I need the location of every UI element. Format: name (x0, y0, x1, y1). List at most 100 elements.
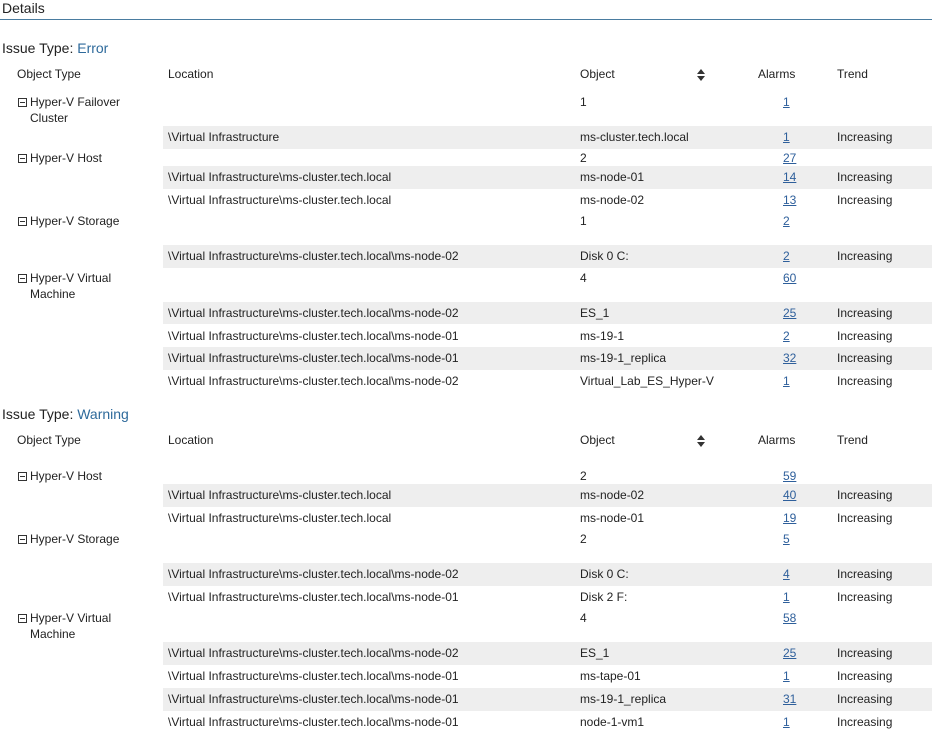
table-row[interactable]: \Virtual Infrastructure\ms-cluster.tech.… (163, 484, 932, 507)
row-trend: Increasing (837, 669, 893, 683)
issue-type-heading: Issue Type: Error (2, 40, 108, 56)
row-object: Disk 0 C: (580, 249, 629, 264)
row-object: Virtual_Lab_ES_Hyper-V (580, 374, 714, 389)
group-object-count: 2 (580, 469, 587, 483)
sort-icon[interactable] (697, 434, 705, 447)
issue-type-value: Error (77, 40, 109, 56)
table-row[interactable]: \Virtual Infrastructure\ms-cluster.tech.… (163, 189, 932, 212)
sort-icon[interactable] (697, 68, 705, 81)
row-object: ms-cluster.tech.local (580, 130, 689, 144)
row-alarms-link[interactable]: 13 (783, 193, 796, 207)
col-header-alarms[interactable]: Alarms (758, 67, 795, 81)
group-object-type: Hyper-V Storage (30, 532, 120, 547)
col-header-object[interactable]: Object (580, 67, 615, 81)
row-object: ms-tape-01 (580, 669, 641, 683)
row-trend: Increasing (837, 193, 893, 208)
row-trend: Increasing (837, 351, 893, 366)
row-alarms-link[interactable]: 40 (783, 488, 796, 502)
row-object: Disk 2 F: (580, 589, 628, 604)
group-object-count: 1 (580, 95, 587, 109)
row-object: ms-node-01 (580, 170, 645, 185)
table-row[interactable]: \Virtual Infrastructure\ms-cluster.tech.… (163, 665, 932, 688)
table-row[interactable]: \Virtual Infrastructure\ms-cluster.tech.… (163, 325, 932, 348)
col-header-object-type[interactable]: Object Type (17, 67, 81, 81)
row-trend: Increasing (837, 567, 893, 582)
row-trend: Increasing (837, 328, 893, 343)
row-alarms-link[interactable]: 1 (783, 669, 790, 683)
row-object: ES_1 (580, 646, 610, 661)
group-alarms-link[interactable]: 27 (783, 151, 796, 165)
row-location: \Virtual Infrastructure\ms-cluster.tech.… (168, 249, 459, 264)
row-alarms-link[interactable]: 1 (783, 374, 790, 388)
table-row[interactable]: \Virtual Infrastructure\ms-cluster.tech.… (163, 642, 932, 665)
collapse-toggle-icon[interactable] (18, 217, 27, 227)
group-object-count: 1 (580, 214, 587, 229)
row-location: \Virtual Infrastructure\ms-cluster.tech.… (168, 646, 459, 661)
row-location: \Virtual Infrastructure\ms-cluster.tech.… (168, 669, 459, 683)
row-object: ms-19-1_replica (580, 691, 667, 706)
row-trend: Increasing (837, 589, 893, 604)
group-alarms-link[interactable]: 5 (783, 532, 790, 546)
table-row[interactable]: \Virtual Infrastructure\ms-cluster.tech.… (163, 687, 932, 711)
row-alarms-link[interactable]: 2 (783, 249, 790, 263)
table-row[interactable]: \Virtual Infrastructure\ms-cluster.tech.… (163, 347, 932, 371)
row-trend: Increasing (837, 130, 893, 144)
table-row[interactable]: \Virtual Infrastructure\ms-cluster.tech.… (163, 166, 932, 190)
group-object-type: Hyper-V Virtual Machine (30, 270, 112, 301)
collapse-toggle-icon[interactable] (18, 535, 27, 545)
row-alarms-link[interactable]: 32 (783, 351, 796, 365)
collapse-toggle-icon[interactable] (18, 154, 27, 164)
row-location: \Virtual Infrastructure\ms-cluster.tech.… (168, 567, 459, 582)
table-row[interactable]: \Virtual Infrastructure ms-cluster.tech.l… (163, 126, 932, 149)
row-object: node-1-vm1 (580, 714, 645, 729)
row-location: \Virtual Infrastructure\ms-cluster.tech.… (168, 351, 459, 366)
col-header-location[interactable]: Location (168, 433, 213, 447)
col-header-object-type[interactable]: Object Type (17, 433, 81, 447)
col-header-object[interactable]: Object (580, 433, 615, 447)
group-alarms-link[interactable]: 58 (783, 611, 796, 625)
issue-type-heading: Issue Type: Warning (2, 406, 129, 422)
row-alarms-link[interactable]: 1 (783, 130, 790, 144)
row-alarms-link[interactable]: 31 (783, 692, 796, 706)
row-alarms-link[interactable]: 19 (783, 511, 796, 525)
collapse-toggle-icon[interactable] (18, 614, 27, 624)
row-alarms-link[interactable]: 1 (783, 715, 790, 729)
table-row[interactable]: \Virtual Infrastructure\ms-cluster.tech.… (163, 586, 932, 609)
row-alarms-link[interactable]: 2 (783, 329, 790, 343)
row-alarms-link[interactable]: 25 (783, 306, 796, 320)
col-header-trend[interactable]: Trend (837, 67, 868, 81)
row-location: \Virtual Infrastructure\ms-cluster.tech.… (168, 193, 392, 208)
row-alarms-link[interactable]: 1 (783, 590, 790, 604)
table-row[interactable]: \Virtual Infrastructure\ms-cluster.tech.… (163, 245, 932, 269)
issue-type-value: Warning (77, 406, 129, 422)
table-row[interactable]: \Virtual Infrastructure\ms-cluster.tech.… (163, 507, 932, 530)
row-alarms-link[interactable]: 25 (783, 646, 796, 660)
row-location: \Virtual Infrastructure\ms-cluster.tech.… (168, 305, 459, 320)
row-location: \Virtual Infrastructure\ms-cluster.tech.… (168, 328, 459, 343)
collapse-toggle-icon[interactable] (18, 472, 27, 481)
collapse-toggle-icon[interactable] (18, 273, 27, 283)
table-row[interactable]: \Virtual Infrastructure\ms-cluster.tech.… (163, 301, 932, 325)
row-object: Disk 0 C: (580, 567, 629, 582)
group-alarms-link[interactable]: 1 (783, 95, 790, 109)
collapse-toggle-icon[interactable] (18, 98, 27, 107)
group-alarms-link[interactable]: 60 (783, 271, 796, 285)
row-location: \Virtual Infrastructure\ms-cluster.tech.… (168, 170, 392, 185)
row-alarms-link[interactable]: 4 (783, 567, 790, 581)
table-row[interactable]: \Virtual Infrastructure\ms-cluster.tech.… (163, 563, 932, 586)
issue-section-error: Issue Type: Error Object Type Location Obje… (0, 40, 945, 388)
row-alarms-link[interactable]: 14 (783, 170, 796, 184)
col-header-trend[interactable]: Trend (837, 433, 868, 447)
col-header-location[interactable]: Location (168, 67, 213, 81)
col-header-alarms[interactable]: Alarms (758, 433, 795, 447)
row-location: \Virtual Infrastructure\ms-cluster.tech.… (168, 510, 392, 525)
issue-type-label: Issue Type: (2, 406, 78, 422)
group-alarms-link[interactable]: 59 (783, 469, 796, 483)
table-row[interactable]: \Virtual Infrastructure\ms-cluster.tech.… (163, 711, 932, 734)
group-object-type: Hyper-V Storage (30, 214, 120, 229)
table-row[interactable]: \Virtual Infrastructure\ms-cluster.tech.… (163, 370, 932, 393)
group-alarms-link[interactable]: 2 (783, 214, 790, 228)
issue-section-warning: Issue Type: Warning Object Type Location Ob… (0, 406, 945, 729)
row-object: ms-node-01 (580, 510, 645, 525)
group-object-count: 2 (580, 532, 587, 547)
